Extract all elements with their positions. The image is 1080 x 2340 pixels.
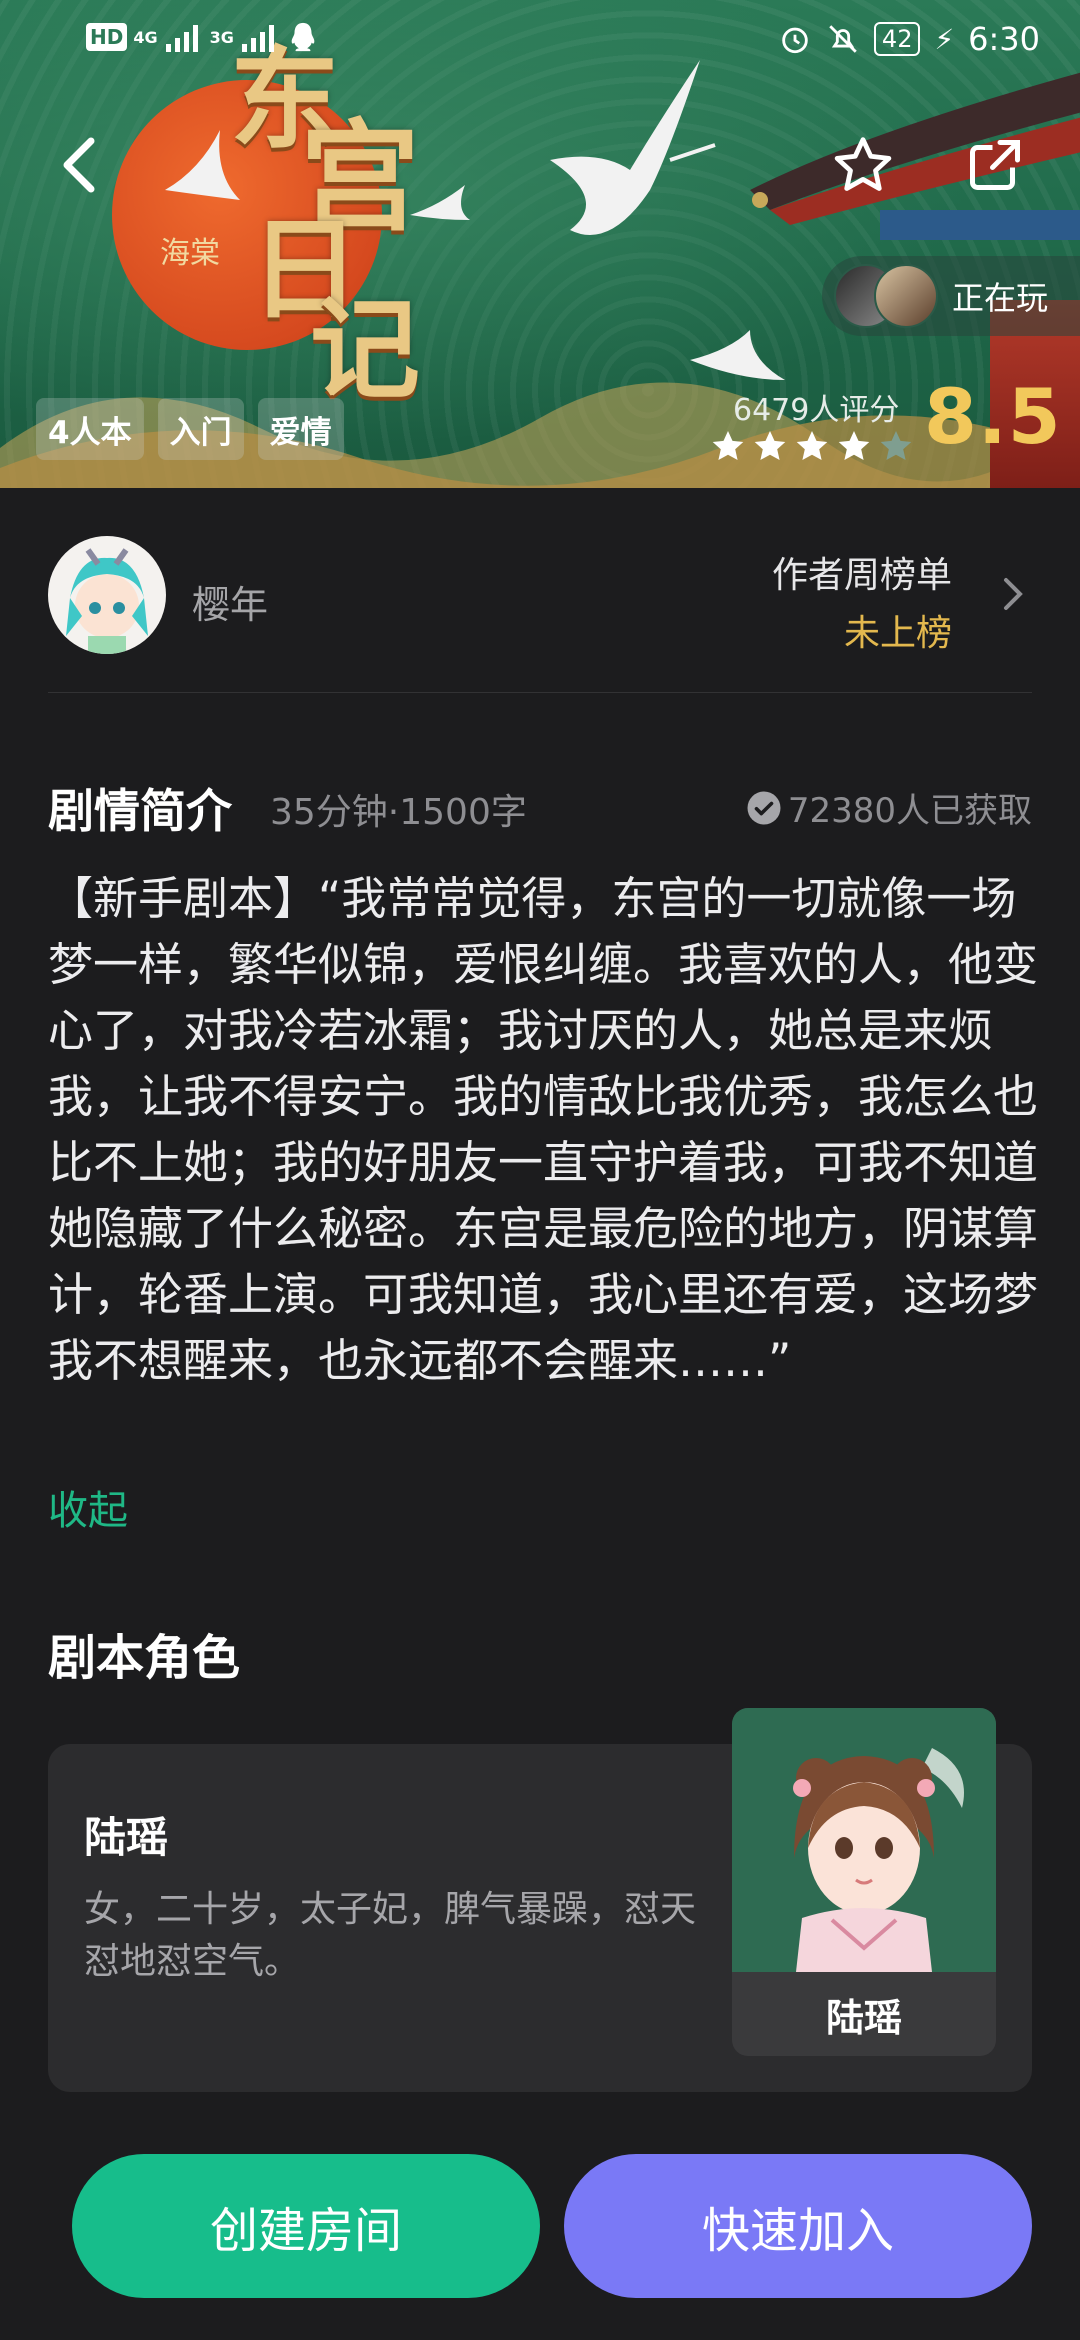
quick-join-button[interactable]: 快速加入 <box>564 2154 1032 2298</box>
signal-label: 3G <box>209 27 234 47</box>
star-outline-icon <box>834 137 892 191</box>
rating-count: 6479人评分 <box>733 393 900 428</box>
chevron-left-icon <box>63 137 95 193</box>
role-portrait-name: 陆瑶 <box>825 1995 902 2040</box>
role-description: 女，二十岁，太子妃，脾气暴躁，怼天怼地怼空气。 <box>84 1889 697 1982</box>
player-avatars <box>834 264 944 328</box>
alarm-icon <box>782 27 808 54</box>
star-empty-icon <box>880 431 912 460</box>
hd-indicator: HD <box>86 23 128 51</box>
share-button[interactable] <box>950 120 1040 210</box>
now-playing-label: 正在玩 <box>952 279 1049 317</box>
synopsis-title: 剧情简介 <box>48 784 232 838</box>
author-row[interactable]: 樱年 作者周榜单 未上榜 <box>48 536 1032 693</box>
status-bar: HD 4G 3G 42 ⚡ 6:30 <box>0 0 1080 80</box>
create-room-button[interactable]: 创建房间 <box>72 2154 540 2298</box>
signal-icon <box>241 25 274 52</box>
tag-genre[interactable]: 爱情 <box>257 398 344 460</box>
roles-title: 剧本角色 <box>48 1630 241 1686</box>
author-rank-value: 未上榜 <box>843 613 952 654</box>
rating-score: 8.5 <box>924 372 1062 461</box>
check-circle-icon <box>747 791 781 824</box>
tag-players[interactable]: 4人本 <box>36 398 144 460</box>
charging-icon: ⚡ <box>934 22 955 56</box>
acquired-count: 72380人已获取 <box>746 783 1032 832</box>
status-right: 42 ⚡ 6:30 <box>778 20 1040 58</box>
role-name: 陆瑶 <box>84 1813 169 1862</box>
player-avatar <box>874 264 938 328</box>
role-portrait-image <box>732 1708 996 1972</box>
collapse-link[interactable]: 收起 <box>48 1478 128 1536</box>
tag-list: 4人本 入门 爱情 <box>36 398 344 460</box>
tag-difficulty[interactable]: 入门 <box>157 398 244 460</box>
mute-bell-icon <box>829 25 857 53</box>
crane-decoration <box>550 60 716 235</box>
synopsis-meta: 35分钟·1500字 <box>270 792 527 833</box>
author-name[interactable]: 樱年 <box>192 574 268 629</box>
synopsis-header: 剧情简介 35分钟·1500字 72380人已获取 <box>48 775 1032 838</box>
status-time: 6:30 <box>968 20 1040 58</box>
rating-stars <box>710 428 914 464</box>
role-portrait[interactable]: 陆瑶 <box>732 1708 996 2056</box>
qq-icon <box>291 22 315 52</box>
favorite-button[interactable] <box>818 120 908 210</box>
status-left: HD 4G 3G <box>86 20 320 54</box>
author-rank-label: 作者周榜单 <box>771 555 952 596</box>
chevron-right-icon[interactable] <box>992 574 1032 614</box>
synopsis-text: 【新手剧本】“我常常觉得，东宫的一切就像一场梦一样，繁华似锦，爱恨纠缠。我喜欢的… <box>48 872 1039 1387</box>
title-char: 记 <box>310 285 420 414</box>
author-avatar[interactable] <box>48 536 166 654</box>
star-filled-icon <box>712 431 744 460</box>
star-filled-icon <box>754 431 786 460</box>
star-filled-icon <box>796 431 828 460</box>
acquired-count-label: 72380人已获取 <box>787 791 1032 831</box>
back-button[interactable] <box>34 120 124 210</box>
share-icon <box>970 140 1020 190</box>
signal-label: 4G <box>133 27 158 47</box>
hero-signature: 海棠 <box>160 236 220 271</box>
signal-icon <box>165 25 198 52</box>
now-playing-button[interactable]: 正在玩 <box>822 256 1080 336</box>
battery-indicator: 42 <box>873 22 921 56</box>
star-filled-icon <box>838 431 870 460</box>
